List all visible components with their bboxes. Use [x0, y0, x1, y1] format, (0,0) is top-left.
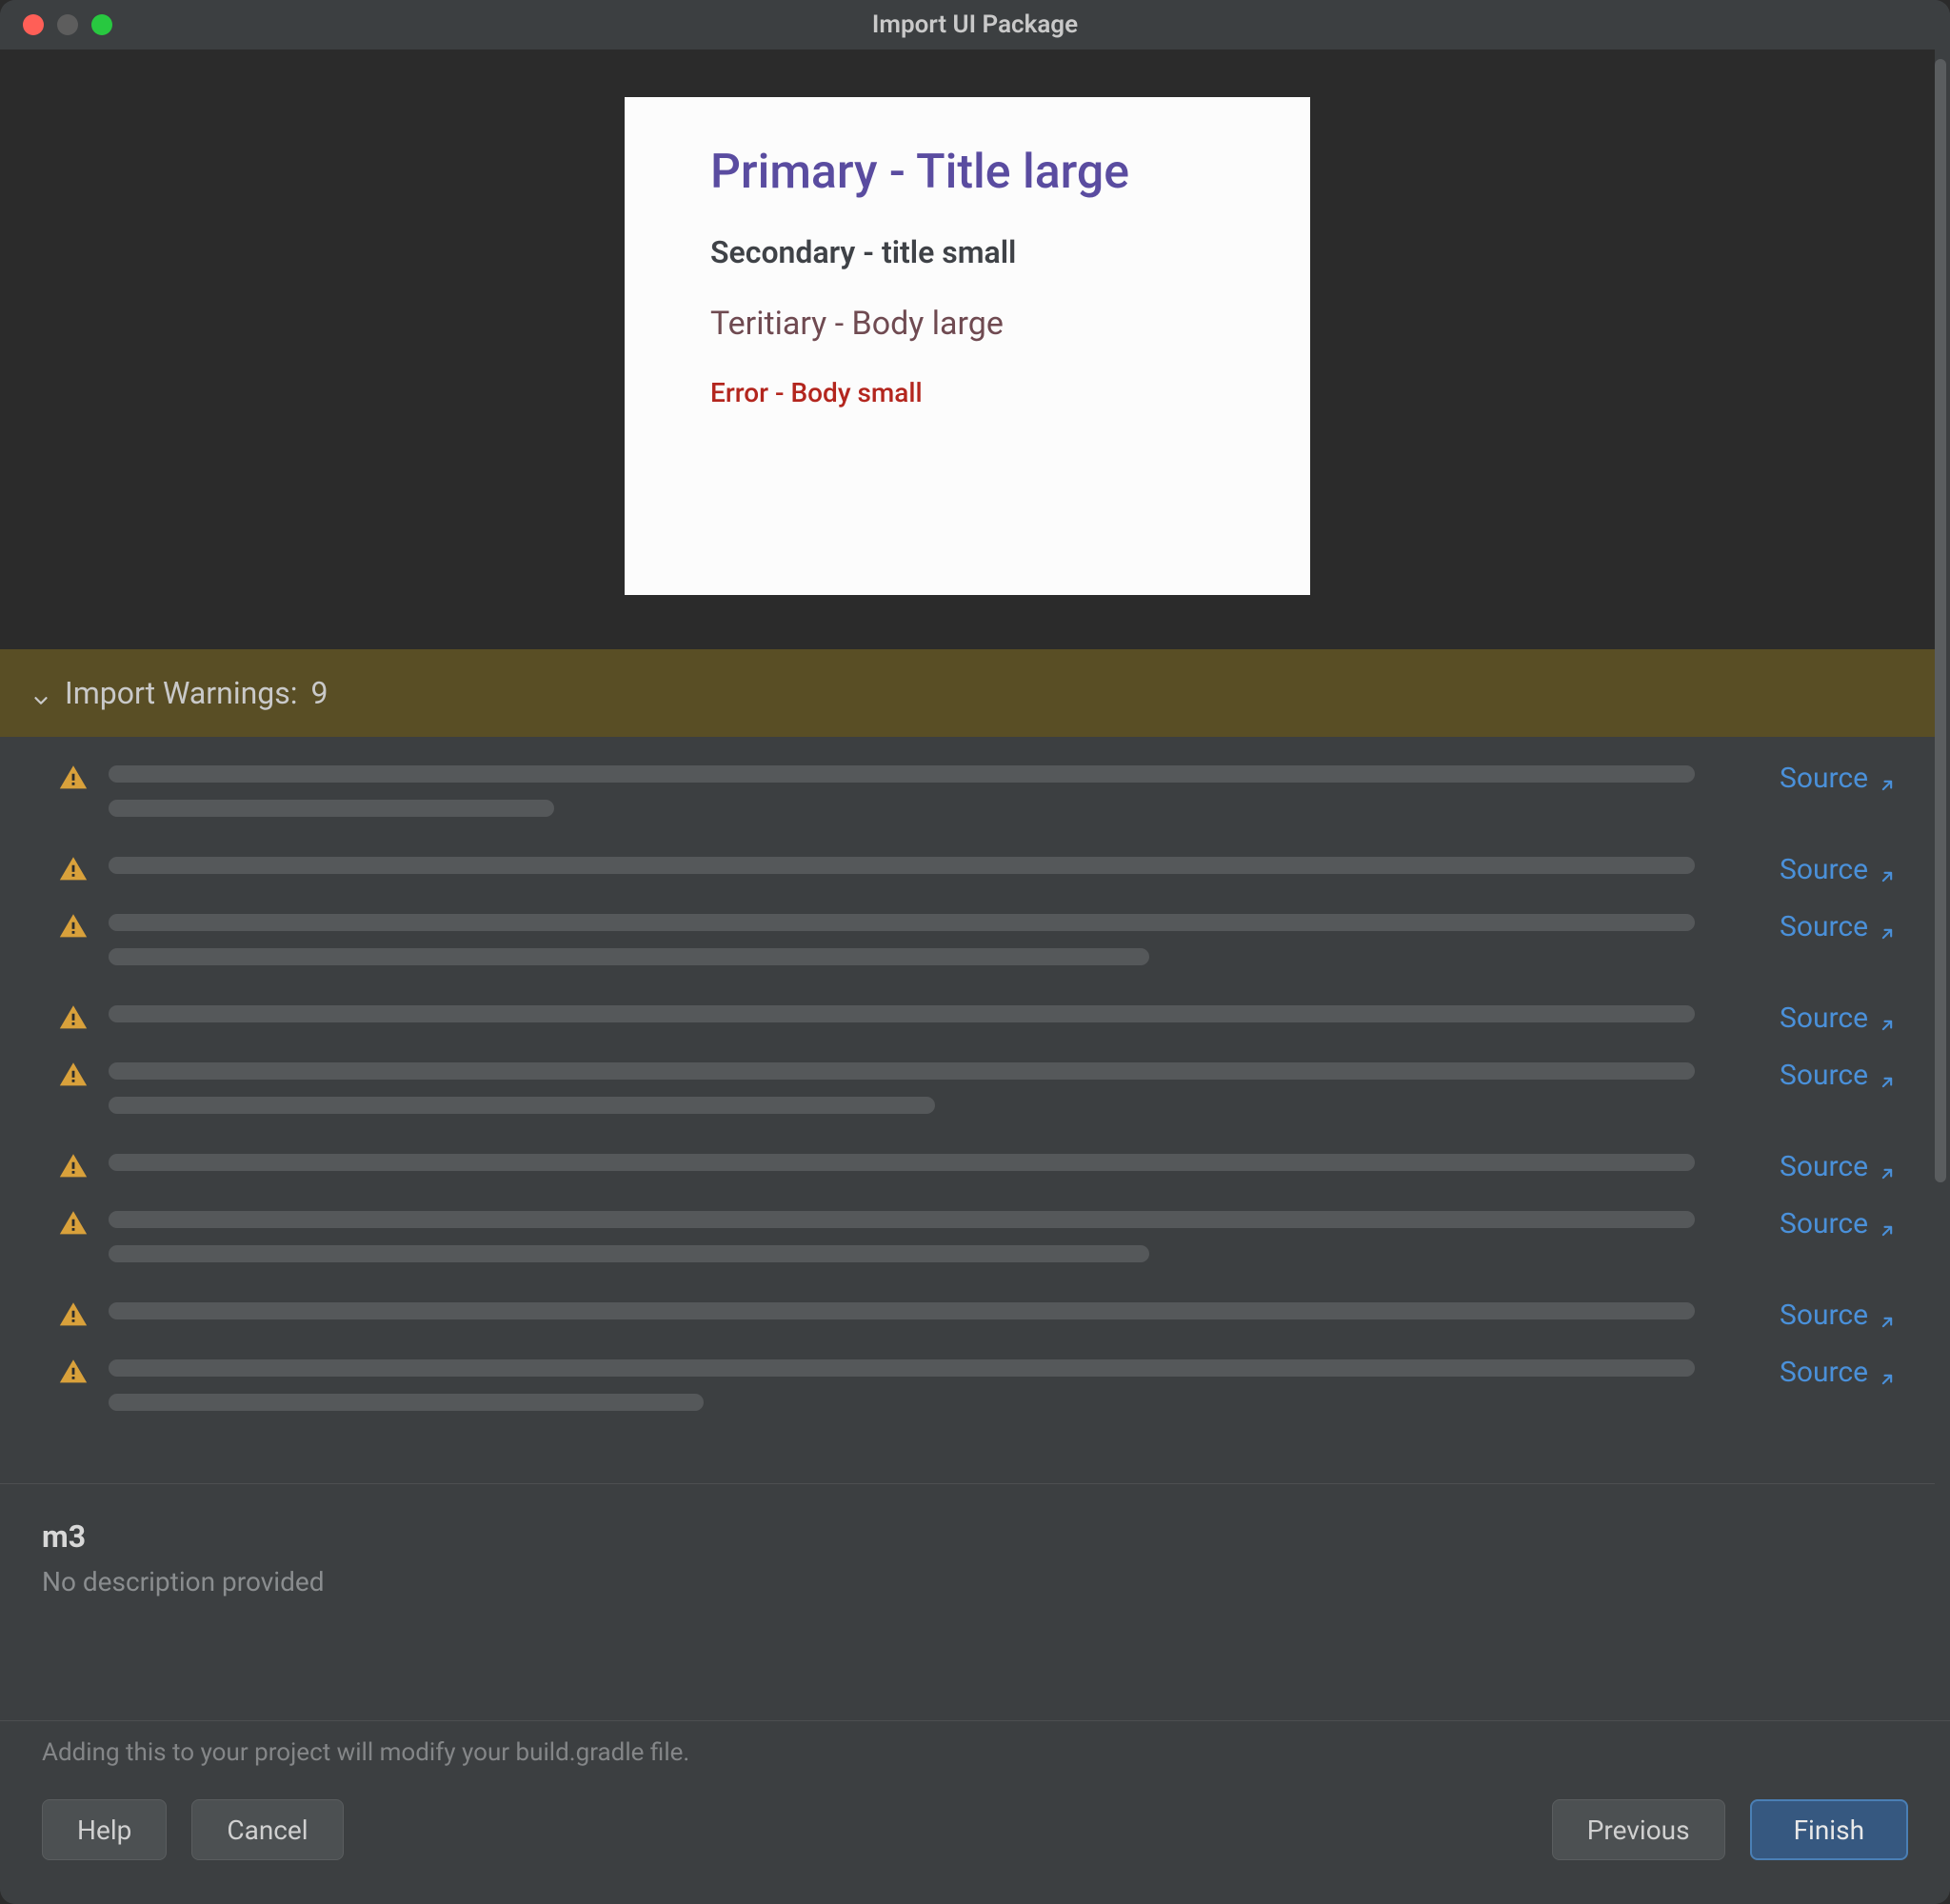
external-link-icon	[1878, 1363, 1897, 1382]
warning-source-link[interactable]: Source	[1780, 1354, 1897, 1389]
package-description: No description provided	[42, 1566, 1893, 1597]
cancel-button[interactable]: Cancel	[191, 1799, 343, 1860]
redacted-text-line	[109, 1097, 935, 1114]
warning-icon	[57, 1299, 90, 1331]
import-ui-package-dialog: Import UI Package Primary - Title large …	[0, 0, 1950, 1904]
source-link-label: Source	[1780, 853, 1868, 886]
warning-source-link[interactable]: Source	[1780, 1148, 1897, 1183]
redacted-text-line	[109, 800, 554, 817]
redacted-text-line	[109, 1154, 1695, 1171]
warning-source-link[interactable]: Source	[1780, 1297, 1897, 1332]
preview-panel: Primary - Title large Secondary - title …	[0, 50, 1935, 649]
import-warnings-count: 9	[311, 675, 328, 711]
warning-row: Source	[57, 1057, 1897, 1131]
preview-text-tertiary: Teritiary - Body large	[710, 305, 1224, 343]
warning-row: Source	[57, 1205, 1897, 1279]
warning-row: Source	[57, 1354, 1897, 1428]
warning-text-placeholder	[109, 1057, 1761, 1131]
warning-row: Source	[57, 1148, 1897, 1188]
previous-button-label: Previous	[1587, 1815, 1690, 1846]
warning-row: Source	[57, 760, 1897, 834]
package-meta: m3 No description provided	[0, 1484, 1935, 1632]
warning-icon	[57, 762, 90, 794]
redacted-text-line	[109, 1359, 1695, 1377]
redacted-text-line	[109, 1245, 1149, 1262]
previous-button[interactable]: Previous	[1552, 1799, 1725, 1860]
warning-source-link[interactable]: Source	[1780, 1000, 1897, 1035]
external-link-icon	[1878, 1066, 1897, 1085]
finish-button[interactable]: Finish	[1750, 1799, 1908, 1860]
cancel-button-label: Cancel	[227, 1815, 308, 1846]
external-link-icon	[1878, 769, 1897, 788]
redacted-text-line	[109, 765, 1695, 783]
warning-text-placeholder	[109, 851, 1761, 891]
window-title: Import UI Package	[0, 10, 1950, 39]
warning-icon	[57, 1356, 90, 1388]
import-warnings-label: Import Warnings:	[65, 675, 298, 711]
gradle-modify-note: Adding this to your project will modify …	[42, 1738, 1908, 1767]
warning-text-placeholder	[109, 908, 1761, 982]
vertical-scrollbar[interactable]	[1935, 59, 1946, 1711]
external-link-icon	[1878, 1215, 1897, 1234]
help-button[interactable]: Help	[42, 1799, 167, 1860]
warning-icon	[57, 910, 90, 942]
source-link-label: Source	[1780, 1356, 1868, 1389]
redacted-text-line	[109, 1394, 704, 1411]
finish-button-label: Finish	[1794, 1815, 1864, 1846]
dialog-body: Primary - Title large Secondary - title …	[0, 50, 1950, 1720]
warning-text-placeholder	[109, 1354, 1761, 1428]
warning-text-placeholder	[109, 1000, 1761, 1040]
warning-row: Source	[57, 1000, 1897, 1040]
import-warnings-header[interactable]: Import Warnings: 9	[0, 649, 1935, 737]
dialog-footer: Adding this to your project will modify …	[0, 1720, 1950, 1904]
external-link-icon	[1878, 1306, 1897, 1325]
component-preview: Primary - Title large Secondary - title …	[625, 97, 1310, 595]
source-link-label: Source	[1780, 1002, 1868, 1035]
source-link-label: Source	[1780, 1207, 1868, 1240]
redacted-text-line	[109, 914, 1695, 931]
warning-icon	[57, 853, 90, 885]
button-row: Help Cancel Previous Finish	[42, 1799, 1908, 1860]
redacted-text-line	[109, 1211, 1695, 1228]
package-name: m3	[42, 1518, 1893, 1555]
warning-icon	[57, 1150, 90, 1182]
redacted-text-line	[109, 857, 1695, 874]
source-link-label: Source	[1780, 762, 1868, 795]
source-link-label: Source	[1780, 1059, 1868, 1092]
scrollbar-thumb[interactable]	[1935, 59, 1946, 1182]
warning-row: Source	[57, 908, 1897, 982]
source-link-label: Source	[1780, 1150, 1868, 1183]
external-link-icon	[1878, 1158, 1897, 1177]
warnings-list: Source Source Source Source Source Source Sour…	[0, 737, 1935, 1484]
preview-text-primary: Primary - Title large	[710, 145, 1224, 200]
redacted-text-line	[109, 1005, 1695, 1022]
warning-source-link[interactable]: Source	[1780, 1057, 1897, 1092]
source-link-label: Source	[1780, 1299, 1868, 1332]
warning-text-placeholder	[109, 1297, 1761, 1337]
titlebar: Import UI Package	[0, 0, 1950, 50]
warning-icon	[57, 1059, 90, 1091]
redacted-text-line	[109, 948, 1149, 965]
external-link-icon	[1878, 861, 1897, 880]
warning-text-placeholder	[109, 1148, 1761, 1188]
source-link-label: Source	[1780, 910, 1868, 943]
external-link-icon	[1878, 918, 1897, 937]
warning-icon	[57, 1207, 90, 1240]
redacted-text-line	[109, 1062, 1695, 1080]
warning-source-link[interactable]: Source	[1780, 908, 1897, 943]
help-button-label: Help	[77, 1815, 131, 1846]
warning-row: Source	[57, 1297, 1897, 1337]
warning-row: Source	[57, 851, 1897, 891]
external-link-icon	[1878, 1009, 1897, 1028]
warning-source-link[interactable]: Source	[1780, 851, 1897, 886]
warning-text-placeholder	[109, 1205, 1761, 1279]
warning-text-placeholder	[109, 760, 1761, 834]
warning-source-link[interactable]: Source	[1780, 760, 1897, 795]
redacted-text-line	[109, 1302, 1695, 1319]
preview-text-secondary: Secondary - title small	[710, 234, 1224, 270]
preview-text-error: Error - Body small	[710, 377, 1224, 408]
warning-source-link[interactable]: Source	[1780, 1205, 1897, 1240]
warning-icon	[57, 1002, 90, 1034]
chevron-down-icon	[30, 683, 51, 704]
